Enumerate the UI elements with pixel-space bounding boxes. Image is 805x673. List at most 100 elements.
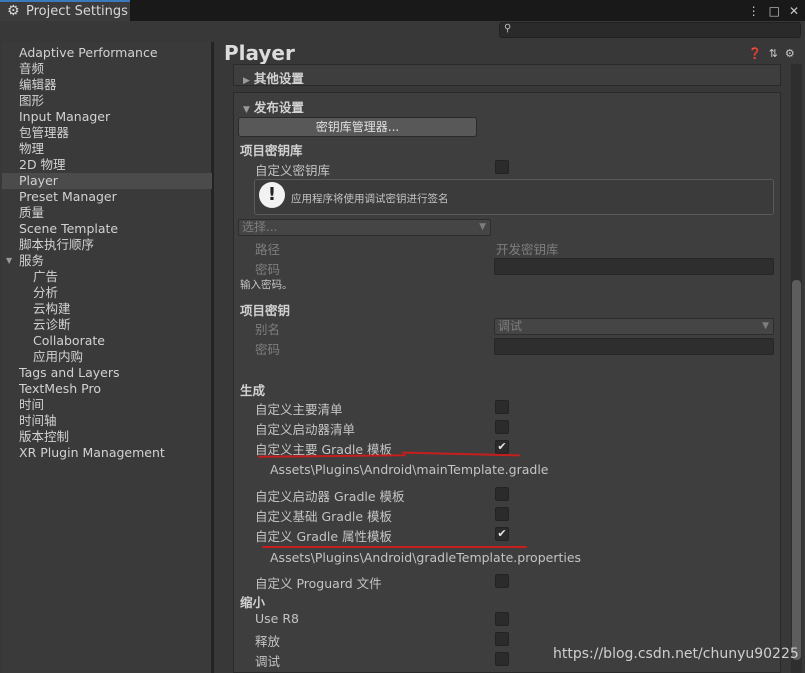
checkmark-icon: ✔: [497, 527, 507, 540]
keystore-manager-button[interactable]: 密钥库管理器...: [238, 117, 477, 137]
sidebar-item[interactable]: Scene Template: [2, 221, 212, 237]
gear-icon: ⚙: [7, 3, 20, 19]
custom-gradle-properties-template-checkbox[interactable]: ✔: [495, 527, 509, 541]
sidebar-item-label: Collaborate: [33, 333, 105, 348]
custom-base-gradle-template-checkbox[interactable]: [495, 507, 509, 521]
custom-base-gradle-template-label: 自定义基础 Gradle 模板: [255, 509, 393, 524]
sidebar-item-label: 音频: [19, 61, 45, 76]
sidebar-item-label: 应用内购: [33, 349, 84, 364]
custom-proguard-file-label: 自定义 Proguard 文件: [255, 576, 382, 591]
custom-launcher-manifest-checkbox[interactable]: [495, 420, 509, 434]
path-label: 路径: [255, 242, 281, 257]
sidebar-item[interactable]: 时间: [2, 397, 212, 413]
gear-icon[interactable]: ⚙: [785, 47, 795, 60]
other-settings-label: 其他设置: [253, 71, 304, 86]
sidebar-item-label: 脚本执行顺序: [19, 237, 95, 252]
sidebar-item[interactable]: 广告: [2, 269, 212, 285]
sidebar-item-label: Adaptive Performance: [19, 45, 158, 60]
key-password-label: 密码: [255, 342, 281, 357]
sidebar-item[interactable]: ▼ 服务: [2, 253, 212, 269]
sidebar-item[interactable]: Tags and Layers: [2, 365, 212, 381]
sidebar-item[interactable]: 编辑器: [2, 77, 212, 93]
custom-main-manifest-label: 自定义主要清单: [255, 402, 343, 417]
window-controls: ⋮ □ ✕: [748, 1, 799, 20]
sidebar-item[interactable]: 版本控制: [2, 429, 212, 445]
settings-sidebar: Adaptive Performance 音频 编辑器 图形 Input Manager…: [2, 42, 212, 673]
sidebar-item[interactable]: TextMesh Pro: [2, 381, 212, 397]
sidebar-item-label: 广告: [33, 269, 59, 284]
sidebar-item[interactable]: Player: [2, 173, 212, 189]
use-r8-label: Use R8: [255, 611, 299, 626]
search-icon: ⚲: [504, 23, 512, 34]
custom-main-manifest-checkbox[interactable]: [495, 400, 509, 414]
use-r8-checkbox[interactable]: [495, 612, 509, 626]
sidebar-item[interactable]: 分析: [2, 285, 212, 301]
custom-proguard-file-checkbox[interactable]: [495, 574, 509, 588]
annotation-underline: [262, 546, 527, 548]
help-icon[interactable]: ❓: [748, 47, 762, 60]
minify-release-checkbox[interactable]: [495, 632, 509, 646]
sidebar-item[interactable]: 应用内购: [2, 349, 212, 365]
other-settings-foldout[interactable]: ▶ 其他设置: [243, 68, 304, 87]
sidebar-item[interactable]: 物理: [2, 141, 212, 157]
sidebar-item[interactable]: 包管理器: [2, 125, 212, 141]
checkmark-icon: ✔: [497, 440, 507, 453]
project-keystore-heading: 项目密钥库: [240, 143, 303, 158]
sidebar-item-label: 2D 物理: [19, 157, 66, 172]
sidebar-item[interactable]: 云构建: [2, 301, 212, 317]
watermark: https://blog.csdn.net/chunyu90225: [553, 646, 799, 662]
sidebar-item-label: 时间轴: [19, 413, 57, 428]
sidebar-item-label: 编辑器: [19, 77, 57, 92]
sidebar-item[interactable]: 时间轴: [2, 413, 212, 429]
alias-label: 别名: [255, 322, 281, 337]
sidebar-item-label: 版本控制: [19, 429, 70, 444]
sidebar-item-label: 服务: [19, 253, 45, 268]
other-settings-section: [233, 64, 781, 86]
keystore-select-dropdown[interactable]: 选择... ▼: [238, 219, 491, 236]
key-password-field[interactable]: [494, 338, 774, 355]
sidebar-item[interactable]: Input Manager: [2, 109, 212, 125]
custom-main-gradle-template-checkbox[interactable]: ✔: [495, 440, 509, 454]
build-heading: 生成: [240, 383, 266, 398]
sidebar-item[interactable]: Collaborate: [2, 333, 212, 349]
sidebar-item[interactable]: Preset Manager: [2, 189, 212, 205]
path-value: 开发密钥库: [496, 242, 559, 257]
keystore-password-label: 密码: [255, 262, 281, 277]
search-input[interactable]: ⚲: [499, 22, 801, 38]
chevron-down-icon: ▼: [762, 321, 769, 331]
more-menu-icon[interactable]: ⋮: [748, 4, 760, 18]
sidebar-item-label: Tags and Layers: [19, 365, 120, 380]
alias-value: 调试: [498, 319, 523, 333]
chevron-down-icon: ▼: [243, 105, 250, 115]
keystore-select-value: 选择...: [242, 220, 278, 234]
chevron-down-icon[interactable]: ▼: [6, 253, 12, 269]
sidebar-item[interactable]: 质量: [2, 205, 212, 221]
minify-debug-label: 调试: [255, 654, 281, 669]
sidebar-item-label: 云诊断: [33, 317, 71, 332]
sidebar-item-label: 分析: [33, 285, 59, 300]
sidebar-item[interactable]: Adaptive Performance: [2, 45, 212, 61]
maximize-icon[interactable]: □: [769, 4, 780, 18]
custom-launcher-gradle-template-label: 自定义启动器 Gradle 模板: [255, 489, 405, 504]
sidebar-item[interactable]: 音频: [2, 61, 212, 77]
warning-icon: !: [259, 182, 285, 208]
keystore-password-field[interactable]: [494, 258, 774, 275]
custom-launcher-gradle-template-checkbox[interactable]: [495, 487, 509, 501]
enter-password-hint: 输入密码。: [240, 279, 293, 291]
sidebar-item[interactable]: 脚本执行顺序: [2, 237, 212, 253]
sidebar-item[interactable]: XR Plugin Management: [2, 445, 212, 461]
scrollbar-thumb[interactable]: [792, 280, 801, 660]
custom-keystore-checkbox[interactable]: [495, 160, 509, 174]
alias-dropdown[interactable]: 调试 ▼: [494, 318, 774, 335]
sidebar-item-label: TextMesh Pro: [19, 381, 101, 396]
window-tab[interactable]: ⚙ Project Settings: [0, 0, 130, 21]
minify-debug-checkbox[interactable]: [495, 652, 509, 666]
project-key-heading: 项目密钥: [240, 303, 291, 318]
sidebar-item-label: Input Manager: [19, 109, 111, 124]
publishing-settings-foldout[interactable]: ▼ 发布设置: [243, 97, 304, 116]
close-icon[interactable]: ✕: [789, 4, 799, 18]
sidebar-item[interactable]: 图形: [2, 93, 212, 109]
sidebar-item[interactable]: 2D 物理: [2, 157, 212, 173]
sidebar-item[interactable]: 云诊断: [2, 317, 212, 333]
sliders-icon[interactable]: ⇅: [769, 47, 778, 60]
